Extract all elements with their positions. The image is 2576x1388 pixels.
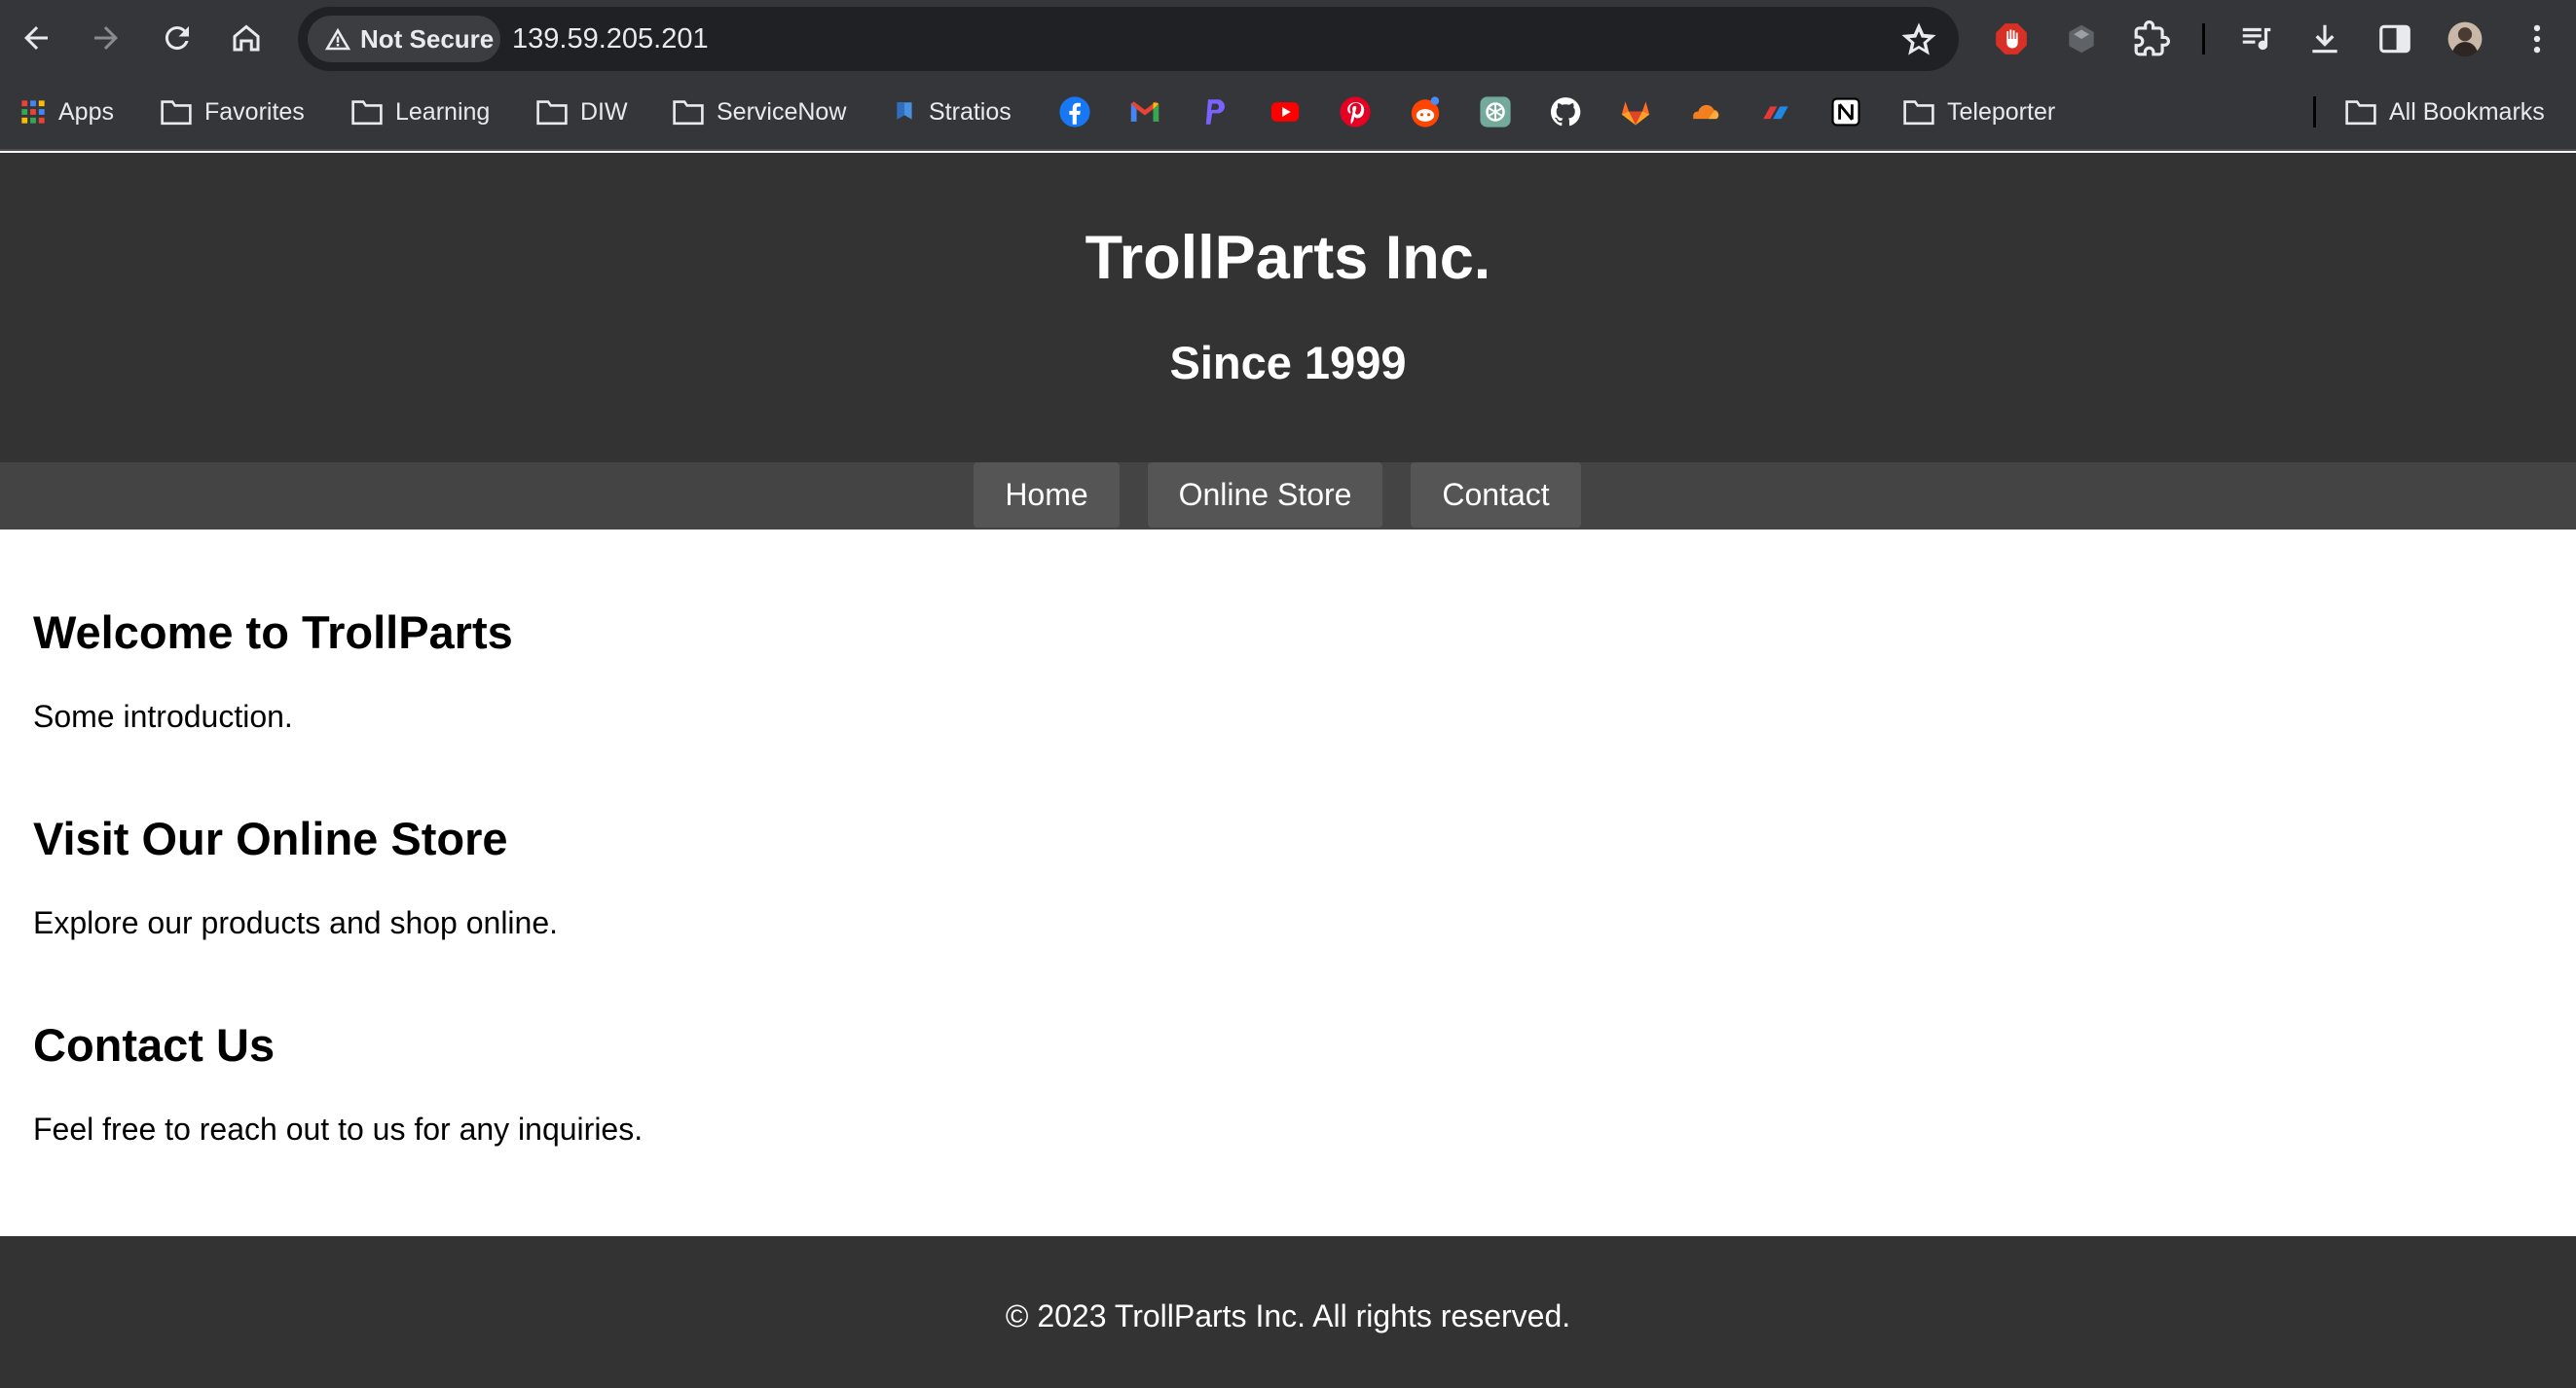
bookmark-folder-all-bookmarks[interactable]: All Bookmarks bbox=[2344, 92, 2545, 131]
side-panel-icon bbox=[2379, 24, 2410, 54]
contact-heading: Contact Us bbox=[33, 1019, 276, 1071]
bookmark-label: Learning bbox=[395, 97, 491, 126]
home-icon bbox=[233, 24, 260, 52]
download-icon bbox=[2312, 24, 2337, 54]
bookmark-label: Teleporter bbox=[1947, 97, 2056, 126]
chatgpt-icon bbox=[1480, 96, 1511, 128]
hexagon-extension-icon bbox=[2069, 24, 2094, 54]
folder-icon bbox=[536, 100, 568, 126]
bookmark-folder-diw[interactable]: DIW bbox=[535, 92, 628, 131]
bookmark-apps[interactable]: Apps bbox=[19, 92, 114, 131]
bookmark-folder-servicenow[interactable]: ServiceNow bbox=[672, 92, 846, 131]
downloads-button[interactable] bbox=[2303, 18, 2346, 60]
puzzle-icon bbox=[2134, 20, 2170, 56]
bookmark-label: DIW bbox=[580, 97, 628, 126]
bookmark-cloudflare[interactable] bbox=[1688, 94, 1723, 129]
site-footer: © 2023 TrollParts Inc. All rights reserv… bbox=[0, 1236, 2576, 1388]
paypal-icon bbox=[1205, 99, 1225, 125]
url-text[interactable]: 139.59.205.201 bbox=[512, 23, 709, 55]
hand-stop-icon bbox=[1996, 23, 2027, 55]
bookmark-label: ServiceNow bbox=[717, 97, 847, 126]
bookmark-folder-teleporter[interactable]: Teleporter bbox=[1902, 92, 2055, 131]
chrome-menu-button[interactable] bbox=[2516, 18, 2558, 60]
bookmark-folder-learning[interactable]: Learning bbox=[350, 92, 490, 131]
nav-online-store-link[interactable]: Online Store bbox=[1148, 462, 1382, 528]
bookmark-paypal[interactable] bbox=[1197, 94, 1233, 129]
welcome-heading: Welcome to TrollParts bbox=[33, 606, 513, 658]
bookmark-label: All Bookmarks bbox=[2389, 97, 2545, 126]
store-heading: Visit Our Online Store bbox=[33, 813, 508, 864]
extension-button[interactable] bbox=[2060, 18, 2103, 60]
bookmark-chatgpt[interactable] bbox=[1478, 94, 1513, 129]
extensions-menu-button[interactable] bbox=[2130, 18, 2173, 60]
apps-grid-icon bbox=[21, 100, 45, 124]
reddit-icon bbox=[1411, 96, 1440, 128]
stratios-flag-icon bbox=[897, 102, 912, 120]
gitlab-icon bbox=[1621, 101, 1650, 126]
nav-contact-link[interactable]: Contact bbox=[1411, 462, 1581, 528]
folder-icon bbox=[1903, 100, 1934, 126]
footer-copyright: © 2023 TrollParts Inc. All rights reserv… bbox=[1005, 1298, 1571, 1333]
bookmark-reddit[interactable] bbox=[1408, 94, 1443, 129]
site-subtitle: Since 1999 bbox=[1169, 337, 1407, 388]
adblock-extension-button[interactable] bbox=[1990, 18, 2033, 60]
bookmark-gmail[interactable] bbox=[1127, 94, 1162, 129]
bookmark-label: Favorites bbox=[204, 97, 305, 126]
youtube-icon bbox=[1270, 102, 1300, 122]
bookmark-pinterest[interactable] bbox=[1338, 94, 1373, 129]
welcome-text: Some introduction. bbox=[33, 699, 293, 734]
main-content: Welcome to TrollParts Some introduction.… bbox=[0, 530, 2576, 1236]
bookmark-stratios[interactable]: Stratios bbox=[892, 92, 1012, 131]
avatar bbox=[2447, 21, 2483, 57]
site-title: TrollParts Inc. bbox=[1085, 224, 1491, 292]
star-icon bbox=[1901, 22, 1936, 55]
folder-icon bbox=[2345, 100, 2376, 126]
browser-toolbar: Not Secure 139.59.205.201 bbox=[0, 0, 2576, 77]
bookmark-notion[interactable] bbox=[1828, 94, 1863, 129]
toolbar-divider bbox=[2202, 23, 2205, 55]
store-text: Explore our products and shop online. bbox=[33, 905, 559, 940]
address-bar[interactable]: Not Secure 139.59.205.201 bbox=[298, 7, 1959, 71]
bookmark-facebook[interactable] bbox=[1057, 94, 1092, 129]
bookmark-star-button[interactable] bbox=[1898, 18, 1939, 59]
contact-text: Feel free to reach out to us for any inq… bbox=[33, 1112, 644, 1147]
nav-home-link[interactable]: Home bbox=[974, 462, 1120, 528]
bookmark-cloud-service[interactable] bbox=[1758, 94, 1793, 129]
gmail-icon bbox=[1130, 101, 1159, 122]
home-button[interactable] bbox=[222, 14, 271, 62]
security-chip[interactable]: Not Secure bbox=[308, 16, 500, 62]
more-vertical-icon bbox=[2533, 24, 2541, 54]
queue-music-icon bbox=[2242, 27, 2271, 51]
folder-icon bbox=[161, 100, 192, 126]
reading-list-button[interactable] bbox=[2235, 18, 2278, 60]
security-label: Not Secure bbox=[360, 23, 495, 54]
bookmark-label: Apps bbox=[58, 97, 114, 126]
reload-icon bbox=[165, 26, 189, 51]
github-icon bbox=[1550, 97, 1581, 127]
forward-button[interactable] bbox=[82, 14, 130, 62]
bookmarks-divider bbox=[2313, 96, 2316, 128]
site-header: TrollParts Inc. Since 1999 bbox=[0, 153, 2576, 462]
bookmarks-bar: Apps Favorites Learning DIW ServiceNow S… bbox=[0, 77, 2576, 151]
profile-avatar-button[interactable] bbox=[2444, 18, 2486, 60]
side-panel-button[interactable] bbox=[2374, 18, 2416, 60]
bookmark-folder-favorites[interactable]: Favorites bbox=[160, 92, 305, 131]
back-button[interactable] bbox=[12, 14, 60, 62]
bookmark-youtube[interactable] bbox=[1268, 94, 1303, 129]
warning-icon bbox=[324, 27, 351, 51]
back-icon bbox=[24, 26, 48, 50]
bookmark-github[interactable] bbox=[1548, 94, 1583, 129]
facebook-icon bbox=[1059, 96, 1090, 128]
pinterest-icon bbox=[1340, 96, 1371, 128]
cloud-icon bbox=[1763, 106, 1788, 120]
folder-icon bbox=[673, 100, 704, 126]
notion-icon bbox=[1831, 97, 1860, 127]
cloudflare-icon bbox=[1693, 104, 1719, 120]
bookmark-label: Stratios bbox=[929, 97, 1012, 126]
reload-button[interactable] bbox=[153, 14, 202, 62]
bookmark-gitlab[interactable] bbox=[1618, 94, 1653, 129]
forward-icon bbox=[94, 26, 118, 50]
folder-icon bbox=[351, 100, 383, 126]
site-nav: Home Online Store Contact bbox=[0, 462, 2576, 530]
